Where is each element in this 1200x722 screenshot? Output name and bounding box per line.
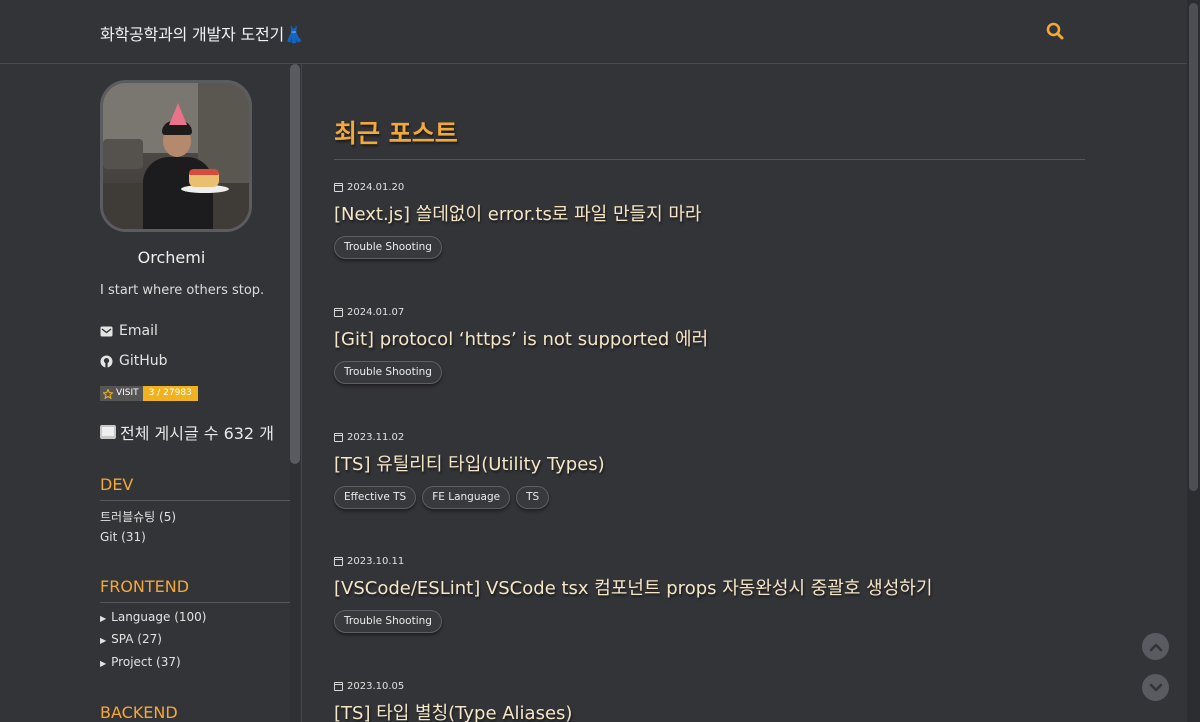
visit-label: VISIT	[116, 388, 139, 398]
category-heading-backend[interactable]: BACKEND	[100, 703, 290, 722]
category-item-project[interactable]: ▶ Project (37)	[100, 655, 181, 669]
calendar-icon	[334, 681, 343, 691]
scroll-top-button[interactable]	[1142, 633, 1169, 660]
github-link-label: GitHub	[119, 353, 168, 369]
post-date: 2023.10.05	[334, 679, 1094, 693]
main-content: 최근 포스트 2024.01.20 [Next.js] 쓸데없이 error.t…	[303, 64, 1187, 722]
tag-ts[interactable]: TS	[516, 486, 550, 509]
post-tags: Trouble Shooting	[334, 610, 1094, 633]
caret-right-icon: ▶	[100, 614, 107, 623]
calendar-icon	[334, 182, 343, 192]
post-title-link[interactable]: [TS] 유틸리티 타입(Utility Types)	[334, 450, 1094, 476]
category-heading-dev[interactable]: DEV	[100, 475, 290, 501]
post-tags: Trouble Shooting	[334, 236, 1094, 259]
sidebar-scrollbar[interactable]	[290, 64, 300, 722]
post-date: 2024.01.07	[334, 305, 1094, 319]
email-link-label: Email	[119, 323, 158, 339]
post-title-link[interactable]: [VSCode/ESLint] VSCode tsx 컴포넌트 props 자동…	[334, 574, 1094, 600]
post-title-link[interactable]: [Next.js] 쓸데없이 error.ts로 파일 만들지 마라	[334, 200, 1094, 226]
post-item: 2023.10.11 [VSCode/ESLint] VSCode tsx 컴포…	[334, 554, 1094, 633]
site-header: 화학공학과의 개발자 도전기👗	[0, 0, 1187, 64]
category-item-spa[interactable]: ▶ SPA (27)	[100, 632, 162, 646]
calendar-icon	[334, 556, 343, 566]
tag-trouble-shooting[interactable]: Trouble Shooting	[334, 236, 442, 259]
search-icon	[1046, 22, 1064, 40]
book-icon	[100, 425, 116, 439]
category-heading-frontend[interactable]: FRONTEND	[100, 577, 290, 603]
profile-bio: I start where others stop.	[100, 283, 265, 298]
post-date: 2023.10.11	[334, 554, 1094, 568]
post-tags: Trouble Shooting	[334, 361, 1094, 384]
page-title: 최근 포스트	[334, 119, 458, 148]
calendar-icon	[334, 307, 343, 317]
github-link[interactable]: GitHub	[100, 353, 168, 369]
category-item-troubleshooting[interactable]: 트러블슈팅 (5)	[100, 508, 176, 525]
tag-fe-language[interactable]: FE Language	[422, 486, 511, 509]
post-title-link[interactable]: [TS] 타입 별칭(Type Aliases)	[334, 699, 1094, 722]
sidebar-scrollbar-thumb[interactable]	[290, 64, 300, 464]
star-icon	[103, 388, 113, 399]
category-item-language[interactable]: ▶ Language (100)	[100, 610, 206, 624]
avatar	[100, 80, 252, 232]
post-date: 2024.01.20	[334, 180, 1094, 194]
sidebar: Orchemi I start where others stop. Email…	[0, 64, 302, 722]
category-item-git[interactable]: Git (31)	[100, 530, 146, 544]
visit-counter-badge: VISIT 3 / 27983	[100, 386, 198, 401]
total-posts: 전체 게시글 수 632 개	[100, 420, 274, 444]
total-posts-label: 전체 게시글 수 632 개	[120, 424, 274, 443]
page-scrollbar[interactable]	[1187, 0, 1200, 722]
chevron-down-icon	[1149, 683, 1162, 691]
post-title-link[interactable]: [Git] protocol ‘https’ is not supported …	[334, 325, 1094, 351]
tag-trouble-shooting[interactable]: Trouble Shooting	[334, 610, 442, 633]
post-item: 2023.10.05 [TS] 타입 별칭(Type Aliases)	[334, 679, 1094, 722]
tag-effective-ts[interactable]: Effective TS	[334, 486, 417, 509]
visit-count: 3 / 27983	[142, 386, 198, 401]
page-scrollbar-thumb[interactable]	[1189, 3, 1198, 491]
calendar-icon	[334, 432, 343, 442]
search-button[interactable]	[1046, 22, 1066, 42]
envelope-icon	[100, 326, 113, 336]
post-item: 2024.01.20 [Next.js] 쓸데없이 error.ts로 파일 만…	[334, 180, 1094, 259]
chevron-up-icon	[1149, 643, 1162, 651]
divider	[334, 159, 1085, 160]
github-icon	[100, 355, 113, 367]
post-tags: Effective TS FE Language TS	[334, 486, 1094, 509]
scroll-bottom-button[interactable]	[1142, 674, 1169, 701]
profile-name: Orchemi	[137, 248, 206, 267]
caret-right-icon: ▶	[100, 636, 107, 645]
caret-right-icon: ▶	[100, 659, 107, 668]
post-date: 2023.11.02	[334, 430, 1094, 444]
email-link[interactable]: Email	[100, 323, 158, 339]
post-item: 2024.01.07 [Git] protocol ‘https’ is not…	[334, 305, 1094, 384]
post-item: 2023.11.02 [TS] 유틸리티 타입(Utility Types) E…	[334, 430, 1094, 509]
site-title[interactable]: 화학공학과의 개발자 도전기👗	[100, 21, 304, 45]
tag-trouble-shooting[interactable]: Trouble Shooting	[334, 361, 442, 384]
